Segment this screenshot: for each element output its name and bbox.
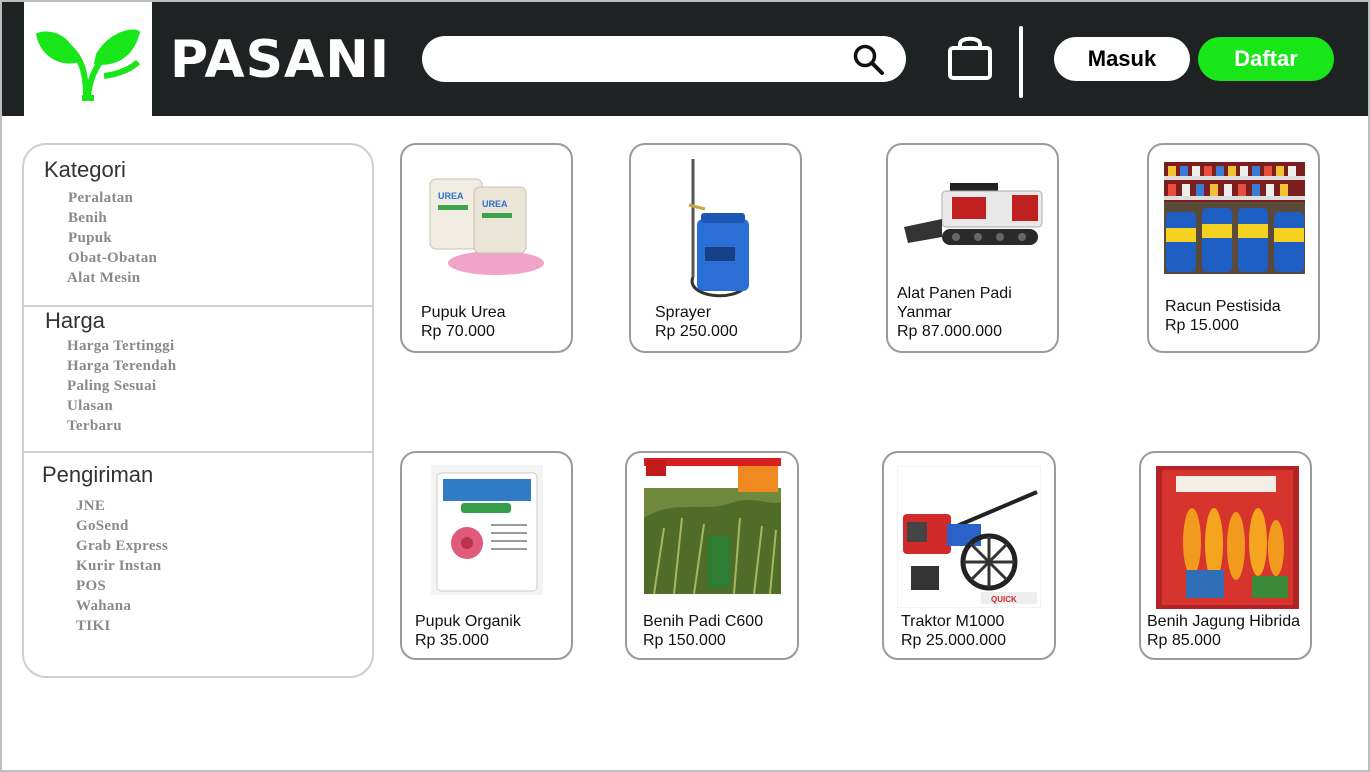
product-name: Benih Jagung Hibrida [1147, 613, 1300, 630]
category-item-benih[interactable]: Benih [68, 208, 157, 228]
product-card[interactable]: UREA UREA Pupuk Urea Rp 70.000 [400, 143, 573, 353]
product-image-tractor: QUICK [897, 466, 1041, 608]
sort-item-ulasan[interactable]: Ulasan [67, 396, 176, 416]
product-price: Rp 250.000 [655, 323, 738, 340]
product-card[interactable]: Benih Jagung Hibrida Rp 85.000 [1139, 451, 1312, 660]
product-image-harvester [904, 183, 1043, 245]
logo[interactable] [24, 2, 152, 116]
section-divider [24, 305, 372, 307]
product-price: Rp 85.000 [1147, 632, 1221, 649]
product-name: Pupuk Urea [421, 304, 506, 321]
shipping-item-pos[interactable]: POS [76, 576, 168, 596]
search-icon[interactable] [852, 43, 884, 75]
price-sort-list: Harga Tertinggi Harga Terendah Paling Se… [67, 336, 176, 436]
product-name: Alat Panen Padi Yanmar [897, 285, 1012, 321]
product-name: Sprayer [655, 304, 712, 321]
category-list: Peralatan Benih Pupuk Obat-Obatan Alat M… [67, 188, 157, 288]
shipping-list: JNE GoSend Grab Express Kurir Instan POS… [76, 496, 168, 636]
svg-text:UREA: UREA [482, 199, 508, 209]
category-item-peralatan[interactable]: Peralatan [68, 188, 157, 208]
shipping-item-jne[interactable]: JNE [76, 496, 168, 516]
product-price: Rp 150.000 [643, 632, 726, 649]
sort-item-harga-tertinggi[interactable]: Harga Tertinggi [67, 336, 176, 356]
product-name: Pupuk Organik [415, 613, 521, 630]
product-card[interactable]: Racun Pestisida Rp 15.000 [1147, 143, 1320, 353]
shipping-item-wahana[interactable]: Wahana [76, 596, 168, 616]
product-image-pesticide [1164, 162, 1305, 274]
shipping-item-gosend[interactable]: GoSend [76, 516, 168, 536]
header-divider [1019, 26, 1023, 98]
product-price: Rp 87.000.000 [897, 323, 1002, 340]
sort-item-harga-terendah[interactable]: Harga Terendah [67, 356, 176, 376]
shopping-bag-icon[interactable] [946, 34, 994, 80]
product-image-urea: UREA UREA [429, 178, 544, 275]
product-card[interactable]: Pupuk Organik Rp 35.000 [400, 451, 573, 660]
product-name: Benih Padi C600 [643, 613, 764, 630]
register-button[interactable]: Daftar [1198, 37, 1334, 81]
login-button[interactable]: Masuk [1054, 37, 1190, 81]
product-card[interactable]: Sprayer Rp 250.000 [629, 143, 802, 353]
price-title: Harga [45, 308, 105, 333]
filter-sidebar: Kategori Peralatan Benih Pupuk Obat-Obat… [22, 143, 374, 678]
shipping-title: Pengiriman [42, 462, 154, 487]
product-card[interactable]: Benih Padi C600 Rp 150.000 [625, 451, 799, 660]
category-item-obat-obatan[interactable]: Obat-Obatan [68, 248, 157, 268]
product-price: Rp 25.000.000 [901, 632, 1006, 649]
product-image-corn-seed [1156, 466, 1299, 609]
search-input[interactable] [442, 44, 842, 74]
brand-name: PASANI [170, 30, 391, 90]
product-card[interactable]: QUICK Traktor M1000 Rp 25.000.000 [882, 451, 1056, 660]
product-card[interactable]: Alat Panen Padi Yanmar Rp 87.000.000 [886, 143, 1059, 353]
shipping-item-tiki[interactable]: TIKI [76, 616, 168, 636]
shipping-item-kurir-instan[interactable]: Kurir Instan [76, 556, 168, 576]
category-item-alat-mesin[interactable]: Alat Mesin [67, 268, 157, 288]
product-image-sprayer [688, 159, 749, 298]
section-divider [24, 451, 372, 453]
product-image-organic-fertilizer [431, 465, 543, 595]
category-title: Kategori [44, 157, 126, 182]
svg-text:QUICK: QUICK [991, 595, 1017, 604]
product-price: Rp 35.000 [415, 632, 489, 649]
product-name: Traktor M1000 [901, 613, 1005, 630]
category-item-pupuk[interactable]: Pupuk [68, 228, 157, 248]
leaf-logo-icon [36, 29, 141, 101]
shipping-item-grab-express[interactable]: Grab Express [76, 536, 168, 556]
product-price: Rp 15.000 [1165, 317, 1239, 334]
sort-item-paling-sesuai[interactable]: Paling Sesuai [67, 376, 176, 396]
product-price: Rp 70.000 [421, 323, 495, 340]
sort-item-terbaru[interactable]: Terbaru [67, 416, 176, 436]
product-image-rice-seed [644, 458, 781, 594]
svg-text:UREA: UREA [438, 191, 464, 201]
search-bar[interactable] [422, 36, 906, 82]
product-name: Racun Pestisida [1165, 298, 1281, 315]
